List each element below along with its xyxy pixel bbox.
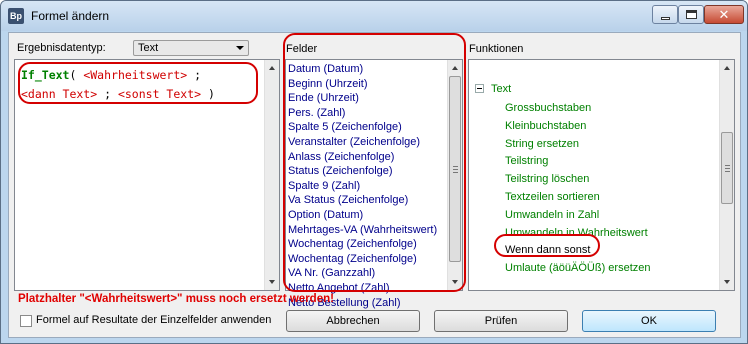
tree-category-text[interactable]: Text	[491, 83, 511, 95]
chevron-down-icon	[236, 46, 244, 50]
minimize-icon	[661, 17, 670, 20]
title-bar[interactable]: Bp Formel ändern ✕	[1, 1, 747, 31]
function-item[interactable]: Textzeilen sortieren	[505, 191, 600, 203]
scroll-down-icon[interactable]	[269, 280, 275, 284]
app-icon: Bp	[8, 8, 24, 24]
maximize-icon	[686, 10, 697, 19]
maximize-button[interactable]	[678, 5, 704, 24]
scroll-up-icon[interactable]	[724, 66, 730, 70]
funktionen-label: Funktionen	[469, 43, 524, 55]
collapse-icon[interactable]	[475, 84, 484, 93]
function-item[interactable]: String ersetzen	[505, 138, 579, 150]
function-item[interactable]: Teilstring	[505, 155, 548, 167]
function-item[interactable]: Umlaute (äöüÄÖÜß) ersetzen	[505, 262, 651, 274]
selection-highlight-circle	[494, 234, 600, 257]
result-type-value: Text	[138, 42, 159, 54]
function-item[interactable]: Kleinbuchstaben	[505, 120, 586, 132]
dialog-window: Bp Formel ändern ✕ Ergebnisdatentyp: Tex…	[0, 0, 748, 344]
dialog-client-area: Ergebnisdatentyp: Text Felder Funktionen…	[8, 32, 741, 338]
apply-checkbox-label[interactable]: Formel auf Resultate der Einzelfelder an…	[36, 314, 271, 326]
function-item[interactable]: Teilstring löschen	[505, 173, 589, 185]
scroll-down-icon[interactable]	[724, 280, 730, 284]
felder-highlight-circle	[283, 33, 466, 292]
formula-editor[interactable]: If_Text( <Wahrheitswert> ; <dann Text> ;…	[14, 59, 280, 291]
funktionen-scrollbar[interactable]	[719, 60, 734, 290]
formula-highlight-circle	[18, 62, 258, 104]
apply-checkbox[interactable]	[20, 315, 32, 327]
result-type-dropdown[interactable]: Text	[133, 40, 249, 56]
function-item[interactable]: Umwandeln in Zahl	[505, 209, 599, 221]
close-button[interactable]: ✕	[704, 5, 744, 24]
close-icon: ✕	[718, 7, 730, 22]
result-type-label: Ergebnisdatentyp:	[17, 42, 106, 54]
editor-scrollbar[interactable]	[264, 60, 279, 290]
scroll-thumb[interactable]	[721, 132, 733, 204]
cancel-button[interactable]: Abbrechen	[286, 310, 420, 332]
error-message: Platzhalter "<Wahrheitswert>" muss noch …	[18, 293, 334, 305]
minimize-button[interactable]	[652, 5, 678, 24]
window-title: Formel ändern	[31, 9, 110, 23]
function-item[interactable]: Grossbuchstaben	[505, 102, 591, 114]
ok-button[interactable]: OK	[582, 310, 716, 332]
funktionen-tree[interactable]: Text Grossbuchstaben Kleinbuchstaben Strin…	[468, 59, 735, 291]
scroll-up-icon[interactable]	[269, 66, 275, 70]
test-button[interactable]: Prüfen	[434, 310, 568, 332]
